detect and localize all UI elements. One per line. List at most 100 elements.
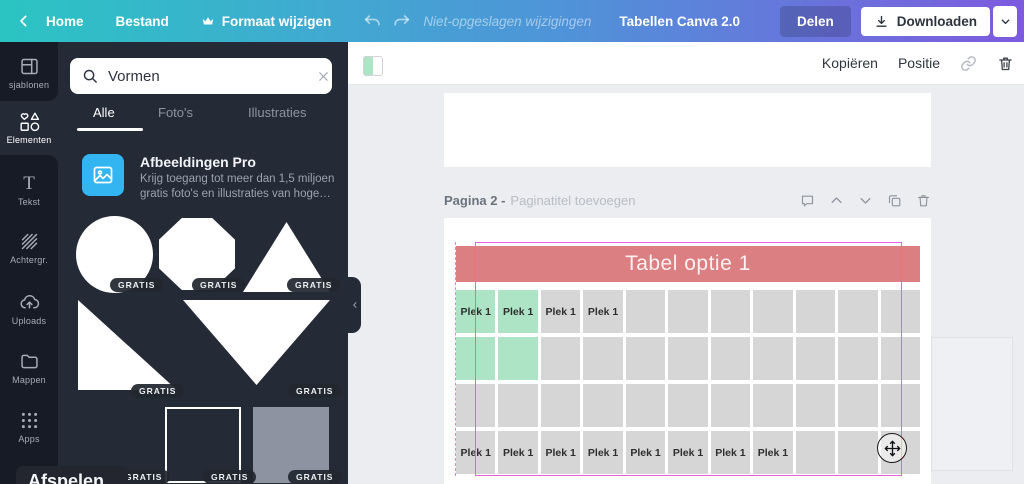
table-cell[interactable]: Plek 1	[711, 431, 750, 474]
download-options-button[interactable]	[993, 6, 1017, 37]
table-cell[interactable]	[668, 337, 707, 380]
panel-collapse-button[interactable]	[348, 277, 361, 333]
search-input[interactable]	[108, 68, 307, 85]
copy-style-button[interactable]: Kopiëren	[822, 55, 878, 71]
table-cell[interactable]: Plek 1	[626, 431, 665, 474]
table-cell[interactable]	[753, 384, 792, 427]
table-cell[interactable]	[796, 337, 835, 380]
table-cell[interactable]	[838, 431, 877, 474]
table-cell[interactable]	[498, 384, 537, 427]
table-cell[interactable]: Plek 1	[498, 431, 537, 474]
table-cell[interactable]: Plek 1	[668, 431, 707, 474]
gratis-badge: GRATIS	[203, 470, 256, 484]
table-cell[interactable]	[456, 337, 495, 380]
table-cell[interactable]: Plek 1	[456, 431, 495, 474]
table-cell[interactable]	[711, 290, 750, 333]
shape-triangle-down[interactable]	[183, 300, 330, 385]
table-cell[interactable]	[838, 337, 877, 380]
sidebar-item-tekst[interactable]: T Tekst	[0, 173, 58, 221]
folders-icon	[19, 351, 40, 372]
gratis-badge: GRATIS	[131, 384, 184, 398]
sidebar-item-sjablonen[interactable]: sjablonen	[0, 56, 58, 104]
table-cell[interactable]	[541, 337, 580, 380]
table-cell[interactable]	[796, 290, 835, 333]
shape-right-triangle[interactable]	[78, 300, 177, 390]
sidebar-item-elementen[interactable]: Elementen	[0, 111, 58, 159]
undo-icon[interactable]	[363, 12, 382, 31]
table-cell[interactable]	[838, 290, 877, 333]
share-button[interactable]: Delen	[780, 6, 851, 37]
table-cell[interactable]	[796, 384, 835, 427]
sidebar: sjablonen Elementen T Tekst Achtergr.	[0, 42, 58, 484]
link-icon[interactable]	[960, 55, 977, 72]
table-cell[interactable]	[456, 384, 495, 427]
position-button[interactable]: Positie	[898, 55, 940, 71]
document-title[interactable]: Tabellen Canva 2.0	[619, 14, 740, 29]
back-icon[interactable]	[16, 13, 32, 29]
table-cell[interactable]: Plek 1	[541, 290, 580, 333]
move-page-up-icon[interactable]	[829, 193, 844, 208]
table-cell[interactable]	[583, 384, 622, 427]
home-button[interactable]: Home	[46, 14, 84, 29]
table-cell[interactable]	[711, 337, 750, 380]
table-cell[interactable]: Plek 1	[498, 290, 537, 333]
table-color-swatch[interactable]	[363, 56, 383, 76]
table-cell[interactable]	[668, 290, 707, 333]
table-cell[interactable]	[626, 384, 665, 427]
sidebar-item-apps[interactable]: Apps	[0, 410, 58, 458]
tab-fotos[interactable]: Foto's	[158, 105, 193, 120]
table-cell[interactable]	[711, 384, 750, 427]
table-edge-guide	[455, 242, 456, 476]
table-cell[interactable]	[881, 337, 920, 380]
page-1[interactable]	[444, 93, 931, 167]
templates-icon	[19, 56, 40, 77]
download-button[interactable]: Downloaden	[861, 7, 990, 36]
crown-icon	[201, 14, 215, 28]
table-cell[interactable]	[668, 384, 707, 427]
move-handle[interactable]	[877, 433, 907, 463]
table-cell[interactable]	[583, 337, 622, 380]
text-icon: T	[23, 173, 35, 194]
table-cell[interactable]	[881, 290, 920, 333]
table-cell[interactable]	[626, 290, 665, 333]
redo-icon[interactable]	[392, 12, 411, 31]
sidebar-item-uploads[interactable]: Uploads	[0, 292, 58, 340]
delete-page-icon[interactable]	[916, 193, 931, 208]
table-cell[interactable]: Plek 1	[583, 431, 622, 474]
page-2[interactable]: Tabel optie 1 Plek 1Plek 1Plek 1Plek 1Pl…	[444, 218, 931, 484]
comment-icon[interactable]	[800, 193, 815, 208]
move-page-down-icon[interactable]	[858, 193, 873, 208]
table-cell[interactable]	[541, 384, 580, 427]
table-cell[interactable]	[626, 337, 665, 380]
search-icon	[82, 68, 99, 85]
formaat-wijzigen-button[interactable]: Formaat wijzigen	[201, 14, 332, 29]
tab-illustraties[interactable]: Illustraties	[248, 105, 307, 120]
sidebar-item-achtergrond[interactable]: Achtergr.	[0, 231, 58, 279]
table-cell[interactable]: Plek 1	[541, 431, 580, 474]
gratis-badge: GRATIS	[287, 278, 340, 292]
image-pro-icon	[82, 154, 124, 196]
page-title-placeholder[interactable]: Paginatitel toevoegen	[510, 193, 635, 208]
table-title-cell[interactable]: Tabel optie 1	[456, 246, 920, 282]
table-cell[interactable]	[753, 290, 792, 333]
table-cell[interactable]	[753, 337, 792, 380]
table-cell[interactable]: Plek 1	[583, 290, 622, 333]
search-box[interactable]	[70, 58, 332, 94]
delete-icon[interactable]	[997, 55, 1014, 72]
table-cell[interactable]: Plek 1	[456, 290, 495, 333]
table-element[interactable]: Tabel optie 1 Plek 1Plek 1Plek 1Plek 1Pl…	[456, 246, 920, 474]
table-cell[interactable]	[838, 384, 877, 427]
gratis-badge: GRATIS	[192, 278, 245, 292]
adjacent-element-outline	[931, 337, 1013, 471]
clear-search-icon[interactable]	[316, 69, 331, 84]
table-cell[interactable]	[498, 337, 537, 380]
table-cell[interactable]	[796, 431, 835, 474]
table-cell[interactable]: Plek 1	[753, 431, 792, 474]
bestand-menu[interactable]: Bestand	[116, 14, 169, 29]
tab-alle[interactable]: Alle	[93, 105, 115, 120]
duplicate-page-icon[interactable]	[887, 193, 902, 208]
context-toolbar: Kopiëren Positie	[348, 42, 1024, 85]
canvas-workspace[interactable]: Pagina 2 - Paginatitel toevoegen Tabel o…	[348, 85, 1024, 484]
sidebar-item-mappen[interactable]: Mappen	[0, 351, 58, 399]
table-cell[interactable]	[881, 384, 920, 427]
